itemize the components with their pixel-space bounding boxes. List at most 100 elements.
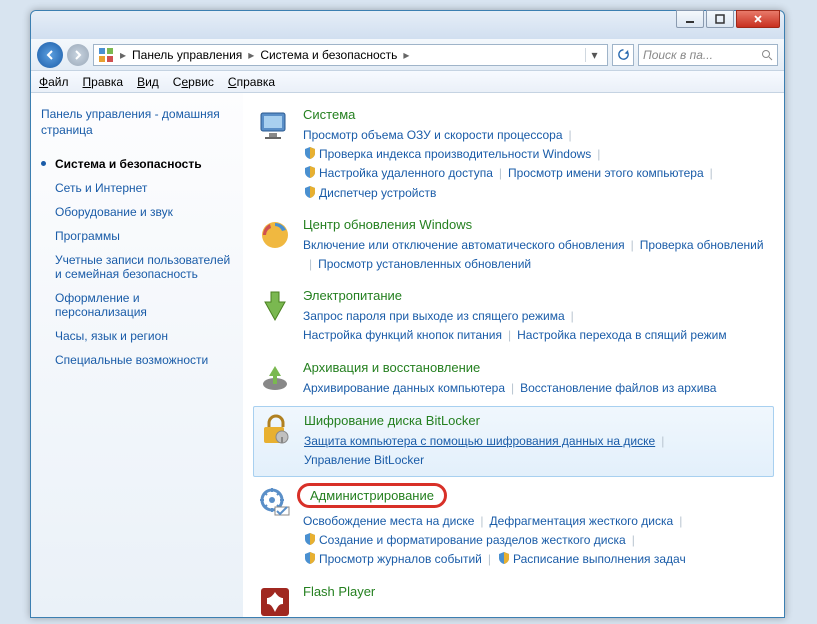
category-link[interactable]: Создание и форматирование разделов жестк… [303, 531, 626, 550]
category-title-power[interactable]: Электропитание [303, 288, 402, 303]
back-button[interactable] [37, 42, 63, 68]
search-icon [761, 49, 773, 61]
shield-icon [303, 532, 317, 546]
menu-tools[interactable]: Сервис [173, 75, 214, 89]
category-flash: Flash Player [253, 578, 774, 617]
category-title-system[interactable]: Система [303, 107, 355, 122]
maximize-button[interactable] [706, 10, 734, 28]
shield-icon [303, 185, 317, 199]
link-separator: | [655, 432, 670, 451]
sidebar: Панель управления - домашняя страница Си… [31, 93, 243, 617]
category-link[interactable]: Просмотр объема ОЗУ и скорости процессор… [303, 126, 563, 145]
link-separator: | [474, 512, 489, 531]
category-bitlocker: Шифрование диска BitLocker Защита компью… [253, 406, 774, 477]
category-link[interactable]: Освобождение места на диске [303, 512, 474, 531]
shield-icon [303, 551, 317, 565]
backup-icon [257, 360, 293, 396]
link-separator: | [502, 326, 517, 345]
control-panel-icon [98, 47, 114, 63]
category-links: Просмотр объема ОЗУ и скорости процессор… [303, 126, 770, 203]
category-link[interactable]: Проверка индекса производительности Wind… [303, 145, 591, 164]
link-separator: | [565, 307, 580, 326]
sidebar-item-accessibility[interactable]: Специальные возможности [41, 348, 233, 372]
link-separator: | [303, 255, 318, 274]
titlebar [31, 11, 784, 39]
category-link[interactable]: Просмотр журналов событий [303, 550, 482, 569]
category-link[interactable]: Расписание выполнения задач [497, 550, 686, 569]
bitlocker-icon [258, 413, 294, 449]
sidebar-home-link[interactable]: Панель управления - домашняя страница [41, 107, 233, 138]
category-link[interactable]: Настройка перехода в спящий режим [517, 326, 726, 345]
link-separator: | [591, 145, 606, 164]
sidebar-item-programs[interactable]: Программы [41, 224, 233, 248]
category-links: Освобождение места на диске|Дефрагментац… [303, 512, 770, 570]
refresh-button[interactable] [612, 44, 634, 66]
category-link[interactable]: Проверка обновлений [640, 236, 764, 255]
link-separator: | [482, 550, 497, 569]
category-backup: Архивация и восстановление Архивирование… [253, 354, 774, 404]
search-input[interactable]: Поиск в па... [638, 44, 778, 66]
category-title-update[interactable]: Центр обновления Windows [303, 217, 472, 232]
category-title-bitlocker[interactable]: Шифрование диска BitLocker [304, 413, 480, 428]
category-administration: Администрирование Освобождение места на … [253, 479, 774, 576]
control-panel-window: ▸ Панель управления ▸ Система и безопасн… [30, 10, 785, 618]
category-link[interactable]: Настройка удаленного доступа [303, 164, 493, 183]
category-link[interactable]: Включение или отключение автоматического… [303, 236, 625, 255]
navigation-bar: ▸ Панель управления ▸ Система и безопасн… [31, 39, 784, 71]
category-title-backup[interactable]: Архивация и восстановление [303, 360, 480, 375]
address-bar[interactable]: ▸ Панель управления ▸ Система и безопасн… [93, 44, 608, 66]
address-dropdown[interactable]: ▾ [585, 48, 603, 62]
menu-edit[interactable]: Правка [83, 75, 124, 89]
breadcrumb-item-1[interactable]: Панель управления [128, 48, 246, 62]
minimize-button[interactable] [676, 10, 704, 28]
menu-file[interactable]: Файл [39, 75, 69, 89]
category-link[interactable]: Архивирование данных компьютера [303, 379, 505, 398]
category-power: Электропитание Запрос пароля при выходе … [253, 282, 774, 351]
administration-icon [257, 485, 293, 521]
category-link[interactable]: Защита компьютера с помощью шифрования д… [304, 432, 655, 451]
category-links: Архивирование данных компьютера|Восстано… [303, 379, 770, 398]
category-link[interactable]: Дефрагментация жесткого диска [490, 512, 674, 531]
category-link[interactable]: Запрос пароля при выходе из спящего режи… [303, 307, 565, 326]
sidebar-item-users[interactable]: Учетные записи пользователей и семейная … [41, 248, 233, 286]
shield-icon [303, 146, 317, 160]
flash-icon [257, 584, 293, 617]
content-area: Система Просмотр объема ОЗУ и скорости п… [243, 93, 784, 617]
category-link[interactable]: Просмотр установленных обновлений [318, 255, 531, 274]
search-placeholder: Поиск в па... [643, 48, 713, 62]
category-link[interactable]: Диспетчер устройств [303, 184, 436, 203]
category-link[interactable]: Просмотр имени этого компьютера [508, 164, 704, 183]
menu-view[interactable]: Вид [137, 75, 159, 89]
close-button[interactable] [736, 10, 780, 28]
category-windows-update: Центр обновления Windows Включение или о… [253, 211, 774, 280]
category-links: Защита компьютера с помощью шифрования д… [304, 432, 769, 470]
forward-button[interactable] [67, 44, 89, 66]
power-icon [257, 288, 293, 324]
chevron-right-icon: ▸ [118, 48, 128, 62]
menu-help[interactable]: Справка [228, 75, 275, 89]
shield-icon [303, 165, 317, 179]
shield-icon [497, 551, 511, 565]
link-separator: | [625, 236, 640, 255]
link-separator: | [563, 126, 578, 145]
system-icon [257, 107, 293, 143]
sidebar-item-hardware[interactable]: Оборудование и звук [41, 200, 233, 224]
chevron-right-icon: ▸ [246, 48, 256, 62]
sidebar-item-clock[interactable]: Часы, язык и регион [41, 324, 233, 348]
category-link[interactable]: Восстановление файлов из архива [520, 379, 716, 398]
category-link[interactable]: Управление BitLocker [304, 451, 424, 470]
windows-update-icon [257, 217, 293, 253]
body: Панель управления - домашняя страница Си… [31, 93, 784, 617]
window-buttons [676, 10, 780, 28]
category-title-flash[interactable]: Flash Player [303, 584, 375, 599]
category-links: Включение или отключение автоматического… [303, 236, 770, 274]
sidebar-item-appearance[interactable]: Оформление и персонализация [41, 286, 233, 324]
category-title-administration[interactable]: Администрирование [297, 483, 447, 508]
breadcrumb-item-2[interactable]: Система и безопасность [256, 48, 401, 62]
category-link[interactable]: Настройка функций кнопок питания [303, 326, 502, 345]
category-links: Запрос пароля при выходе из спящего режи… [303, 307, 770, 345]
sidebar-item-system-security[interactable]: Система и безопасность [41, 152, 233, 176]
link-separator: | [505, 379, 520, 398]
link-separator: | [626, 531, 641, 550]
sidebar-item-network[interactable]: Сеть и Интернет [41, 176, 233, 200]
